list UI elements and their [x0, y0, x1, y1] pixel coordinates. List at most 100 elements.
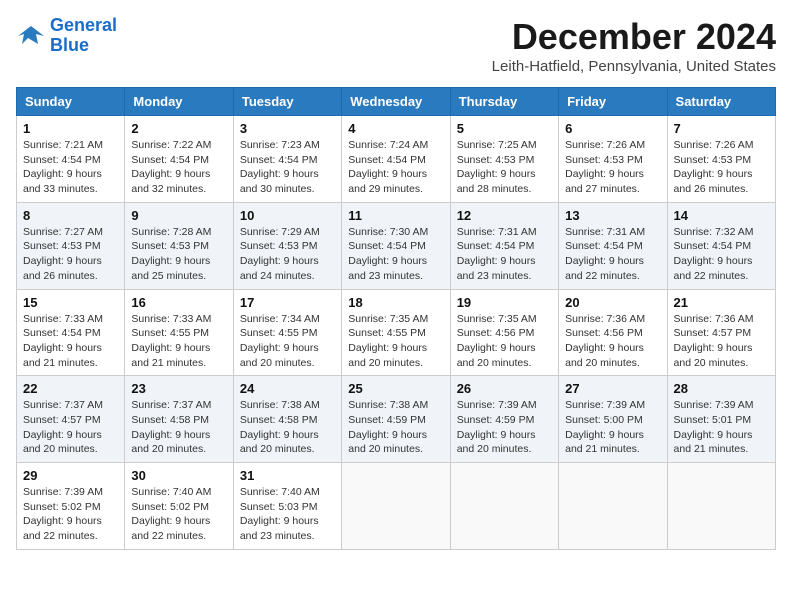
cell-info: Sunrise: 7:39 AM Sunset: 5:01 PM Dayligh…: [674, 398, 769, 457]
cell-info: Sunrise: 7:30 AM Sunset: 4:54 PM Dayligh…: [348, 225, 443, 284]
cell-info: Sunrise: 7:38 AM Sunset: 4:59 PM Dayligh…: [348, 398, 443, 457]
calendar-cell: 21 Sunrise: 7:36 AM Sunset: 4:57 PM Dayli…: [667, 289, 775, 376]
day-number: 16: [131, 295, 226, 310]
calendar-header-monday: Monday: [125, 88, 233, 116]
calendar-cell: 28 Sunrise: 7:39 AM Sunset: 5:01 PM Dayli…: [667, 376, 775, 463]
day-number: 18: [348, 295, 443, 310]
calendar-header-wednesday: Wednesday: [342, 88, 450, 116]
calendar-header-row: SundayMondayTuesdayWednesdayThursdayFrid…: [17, 88, 776, 116]
calendar-cell: [559, 463, 667, 550]
cell-info: Sunrise: 7:39 AM Sunset: 4:59 PM Dayligh…: [457, 398, 552, 457]
calendar-week-row: 1 Sunrise: 7:21 AM Sunset: 4:54 PM Daylig…: [17, 116, 776, 203]
cell-info: Sunrise: 7:29 AM Sunset: 4:53 PM Dayligh…: [240, 225, 335, 284]
calendar-header-sunday: Sunday: [17, 88, 125, 116]
calendar-cell: 30Sunrise: 7:40 AM Sunset: 5:02 PM Dayli…: [125, 463, 233, 550]
calendar-cell: 6 Sunrise: 7:26 AM Sunset: 4:53 PM Daylig…: [559, 116, 667, 203]
cell-info: Sunrise: 7:36 AM Sunset: 4:57 PM Dayligh…: [674, 312, 769, 371]
day-number: 17: [240, 295, 335, 310]
cell-info: Sunrise: 7:40 AM Sunset: 5:03 PM Dayligh…: [240, 485, 335, 544]
cell-info: Sunrise: 7:25 AM Sunset: 4:53 PM Dayligh…: [457, 138, 552, 197]
calendar-cell: 16 Sunrise: 7:33 AM Sunset: 4:55 PM Dayli…: [125, 289, 233, 376]
day-number: 6: [565, 121, 660, 136]
day-number: 3: [240, 121, 335, 136]
day-number: 4: [348, 121, 443, 136]
calendar-cell: 31 Sunrise: 7:40 AM Sunset: 5:03 PM Dayli…: [233, 463, 341, 550]
cell-info: Sunrise: 7:37 AM Sunset: 4:57 PM Dayligh…: [23, 398, 118, 457]
title-section: December 2024 Leith-Hatfield, Pennsylvan…: [492, 16, 776, 75]
calendar-week-row: 29Sunrise: 7:39 AM Sunset: 5:02 PM Dayli…: [17, 463, 776, 550]
calendar-cell: 1 Sunrise: 7:21 AM Sunset: 4:54 PM Daylig…: [17, 116, 125, 203]
day-number: 25: [348, 381, 443, 396]
cell-info: Sunrise: 7:24 AM Sunset: 4:54 PM Dayligh…: [348, 138, 443, 197]
calendar-cell: 23 Sunrise: 7:37 AM Sunset: 4:58 PM Dayli…: [125, 376, 233, 463]
calendar-cell: 17Sunrise: 7:34 AM Sunset: 4:55 PM Dayli…: [233, 289, 341, 376]
day-number: 27: [565, 381, 660, 396]
calendar-cell: 27 Sunrise: 7:39 AM Sunset: 5:00 PM Dayli…: [559, 376, 667, 463]
logo-bird-icon: [16, 24, 46, 48]
day-number: 1: [23, 121, 118, 136]
calendar-cell: 11 Sunrise: 7:30 AM Sunset: 4:54 PM Dayli…: [342, 202, 450, 289]
calendar-cell: 5Sunrise: 7:25 AM Sunset: 4:53 PM Daylig…: [450, 116, 558, 203]
calendar-cell: 9Sunrise: 7:28 AM Sunset: 4:53 PM Daylig…: [125, 202, 233, 289]
day-number: 12: [457, 208, 552, 223]
cell-info: Sunrise: 7:37 AM Sunset: 4:58 PM Dayligh…: [131, 398, 226, 457]
logo: GeneralBlue: [16, 16, 117, 56]
calendar-header-friday: Friday: [559, 88, 667, 116]
cell-info: Sunrise: 7:38 AM Sunset: 4:58 PM Dayligh…: [240, 398, 335, 457]
calendar-week-row: 8 Sunrise: 7:27 AM Sunset: 4:53 PM Daylig…: [17, 202, 776, 289]
calendar-cell: 4 Sunrise: 7:24 AM Sunset: 4:54 PM Daylig…: [342, 116, 450, 203]
day-number: 26: [457, 381, 552, 396]
calendar-header-tuesday: Tuesday: [233, 88, 341, 116]
day-number: 23: [131, 381, 226, 396]
logo-text: GeneralBlue: [50, 16, 117, 56]
calendar-cell: 14Sunrise: 7:32 AM Sunset: 4:54 PM Dayli…: [667, 202, 775, 289]
cell-info: Sunrise: 7:39 AM Sunset: 5:00 PM Dayligh…: [565, 398, 660, 457]
header-section: GeneralBlue December 2024 Leith-Hatfield…: [16, 16, 776, 75]
calendar-header-thursday: Thursday: [450, 88, 558, 116]
day-number: 19: [457, 295, 552, 310]
day-number: 7: [674, 121, 769, 136]
cell-info: Sunrise: 7:33 AM Sunset: 4:55 PM Dayligh…: [131, 312, 226, 371]
calendar-week-row: 22Sunrise: 7:37 AM Sunset: 4:57 PM Dayli…: [17, 376, 776, 463]
calendar-cell: [450, 463, 558, 550]
calendar-cell: 20 Sunrise: 7:36 AM Sunset: 4:56 PM Dayli…: [559, 289, 667, 376]
cell-info: Sunrise: 7:33 AM Sunset: 4:54 PM Dayligh…: [23, 312, 118, 371]
calendar-cell: 13 Sunrise: 7:31 AM Sunset: 4:54 PM Dayli…: [559, 202, 667, 289]
day-number: 8: [23, 208, 118, 223]
cell-info: Sunrise: 7:27 AM Sunset: 4:53 PM Dayligh…: [23, 225, 118, 284]
day-number: 14: [674, 208, 769, 223]
day-number: 13: [565, 208, 660, 223]
cell-info: Sunrise: 7:26 AM Sunset: 4:53 PM Dayligh…: [674, 138, 769, 197]
cell-info: Sunrise: 7:31 AM Sunset: 4:54 PM Dayligh…: [457, 225, 552, 284]
cell-info: Sunrise: 7:22 AM Sunset: 4:54 PM Dayligh…: [131, 138, 226, 197]
cell-info: Sunrise: 7:21 AM Sunset: 4:54 PM Dayligh…: [23, 138, 118, 197]
calendar-cell: [667, 463, 775, 550]
cell-info: Sunrise: 7:35 AM Sunset: 4:56 PM Dayligh…: [457, 312, 552, 371]
calendar-cell: 3Sunrise: 7:23 AM Sunset: 4:54 PM Daylig…: [233, 116, 341, 203]
calendar-table: SundayMondayTuesdayWednesdayThursdayFrid…: [16, 87, 776, 550]
cell-info: Sunrise: 7:39 AM Sunset: 5:02 PM Dayligh…: [23, 485, 118, 544]
calendar-cell: 26 Sunrise: 7:39 AM Sunset: 4:59 PM Dayli…: [450, 376, 558, 463]
day-number: 9: [131, 208, 226, 223]
day-number: 31: [240, 468, 335, 483]
day-number: 11: [348, 208, 443, 223]
calendar-cell: 10 Sunrise: 7:29 AM Sunset: 4:53 PM Dayli…: [233, 202, 341, 289]
day-number: 10: [240, 208, 335, 223]
cell-info: Sunrise: 7:36 AM Sunset: 4:56 PM Dayligh…: [565, 312, 660, 371]
cell-info: Sunrise: 7:40 AM Sunset: 5:02 PM Dayligh…: [131, 485, 226, 544]
calendar-cell: 18 Sunrise: 7:35 AM Sunset: 4:55 PM Dayli…: [342, 289, 450, 376]
cell-info: Sunrise: 7:31 AM Sunset: 4:54 PM Dayligh…: [565, 225, 660, 284]
day-number: 28: [674, 381, 769, 396]
cell-info: Sunrise: 7:35 AM Sunset: 4:55 PM Dayligh…: [348, 312, 443, 371]
calendar-cell: 7 Sunrise: 7:26 AM Sunset: 4:53 PM Daylig…: [667, 116, 775, 203]
calendar-cell: 25 Sunrise: 7:38 AM Sunset: 4:59 PM Dayli…: [342, 376, 450, 463]
location-title: Leith-Hatfield, Pennsylvania, United Sta…: [492, 58, 776, 75]
day-number: 20: [565, 295, 660, 310]
day-number: 15: [23, 295, 118, 310]
day-number: 24: [240, 381, 335, 396]
day-number: 21: [674, 295, 769, 310]
calendar-cell: 12 Sunrise: 7:31 AM Sunset: 4:54 PM Dayli…: [450, 202, 558, 289]
day-number: 2: [131, 121, 226, 136]
calendar-cell: 19 Sunrise: 7:35 AM Sunset: 4:56 PM Dayli…: [450, 289, 558, 376]
cell-info: Sunrise: 7:26 AM Sunset: 4:53 PM Dayligh…: [565, 138, 660, 197]
